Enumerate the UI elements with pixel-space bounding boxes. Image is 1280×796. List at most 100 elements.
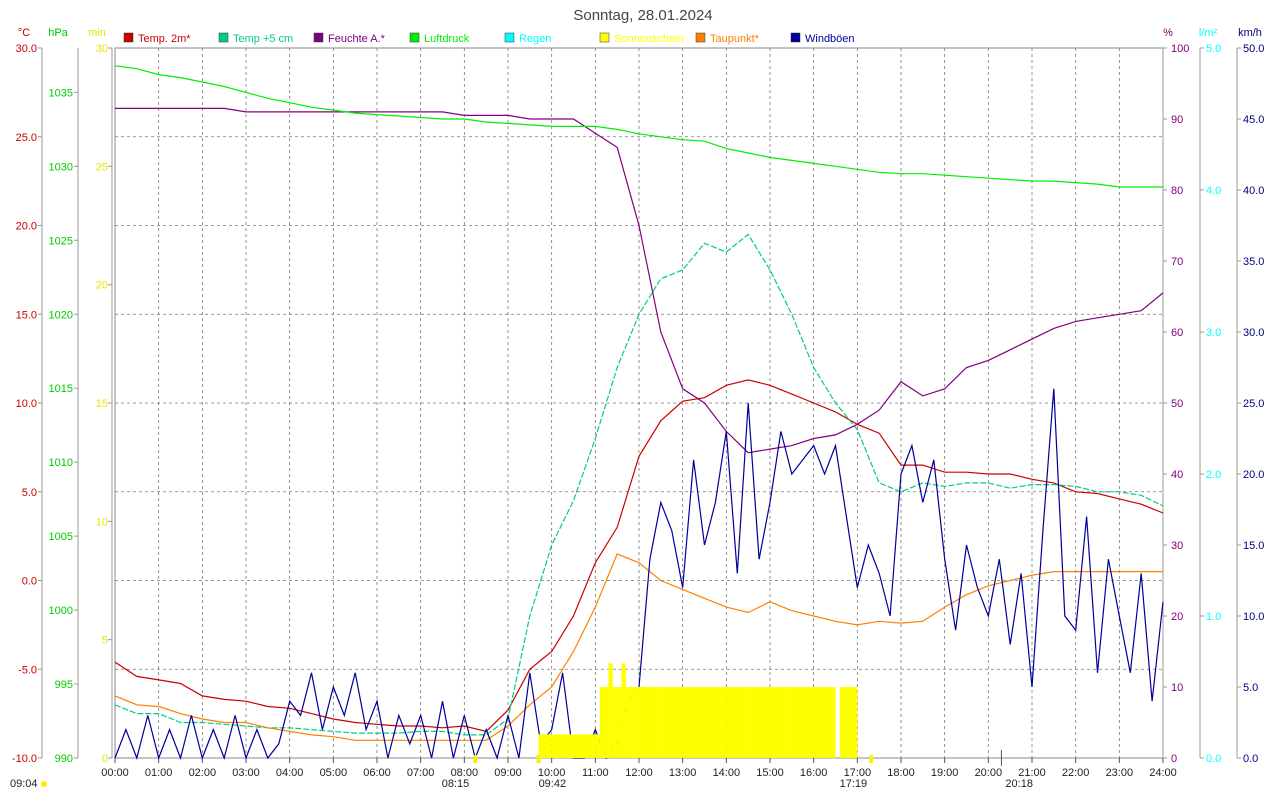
- sunshine-bar: [595, 734, 600, 758]
- pressure-tick-label: 1005: [49, 531, 73, 543]
- sunshine-bar: [639, 687, 661, 758]
- moon-label: 20:18: [1005, 778, 1033, 790]
- sunshine-bar: [608, 663, 613, 758]
- wind-tick-label: 15.0: [1243, 540, 1264, 552]
- legend-swatch: [123, 32, 134, 43]
- wind-tick-label: 50.0: [1243, 43, 1264, 55]
- x-tick-label: 00:00: [101, 767, 129, 779]
- legend-swatch: [790, 32, 801, 43]
- temp-unit: °C: [18, 27, 30, 39]
- legend-label: Temp +5 cm: [233, 33, 293, 45]
- x-tick-label: 13:00: [669, 767, 697, 779]
- rain-unit: l/m²: [1199, 27, 1218, 39]
- temp-tick-label: -5.0: [18, 664, 37, 676]
- x-tick-label: 01:00: [145, 767, 173, 779]
- sunshine-bar: [551, 734, 574, 758]
- sunshine-bar: [813, 687, 823, 758]
- sunshine-bar: [791, 687, 814, 758]
- x-tick-label: 06:00: [363, 767, 391, 779]
- rain-tick-label: 5.0: [1206, 43, 1221, 55]
- legend: Temp. 2m* Temp +5 cm Feuchte A.* Luftdruck R…: [123, 32, 855, 45]
- temp-tick-label: 0.0: [22, 576, 37, 588]
- sunshine-bar: [634, 687, 639, 758]
- x-tick-label: 15:00: [756, 767, 784, 779]
- humidity-unit: %: [1163, 27, 1173, 39]
- wind-tick-label: 0.0: [1243, 753, 1258, 765]
- legend-label: Luftdruck: [424, 33, 470, 45]
- series-feuchte-a: [115, 107, 1164, 454]
- minutes-tick-label: 25: [96, 161, 108, 173]
- series-temp-5-cm: [114, 233, 1164, 736]
- legend-label: Temp. 2m*: [138, 33, 191, 45]
- x-tick-label: 05:00: [320, 767, 348, 779]
- pressure-tick-label: 1025: [49, 235, 73, 247]
- sunshine-bar: [612, 687, 618, 758]
- x-tick-label: 20:00: [975, 767, 1003, 779]
- legend-swatch: [599, 32, 610, 43]
- x-tick-label: 03:00: [232, 767, 260, 779]
- humidity-tick-label: 90: [1171, 114, 1183, 126]
- x-tick-label: 19:00: [931, 767, 959, 779]
- wind-tick-label: 20.0: [1243, 469, 1264, 481]
- sunrise-marker: [473, 755, 478, 763]
- sunshine-bar: [542, 734, 552, 758]
- wind-tick-label: 45.0: [1243, 114, 1264, 126]
- pressure-tick-label: 1020: [49, 309, 73, 321]
- rain-tick-label: 4.0: [1206, 185, 1221, 197]
- wind-tick-label: 25.0: [1243, 398, 1264, 410]
- sunshine-bar: [839, 687, 858, 758]
- temp-tick-label: 5.0: [22, 487, 37, 499]
- temp-tick-label: 30.0: [16, 43, 37, 55]
- humidity-tick-label: 60: [1171, 327, 1183, 339]
- temp-tick-label: 25.0: [16, 132, 37, 144]
- humidity-tick-label: 30: [1171, 540, 1183, 552]
- rain-tick-label: 1.0: [1206, 611, 1221, 623]
- humidity-tick-label: 50: [1171, 398, 1183, 410]
- wind-tick-label: 5.0: [1243, 682, 1258, 694]
- legend-swatch: [504, 32, 515, 43]
- legend-label: Regen: [519, 33, 551, 45]
- weather-chart: Sonntag, 28.01.2024 00:00 01:00 02:00 03:00…: [0, 0, 1280, 791]
- x-tick-label: 23:00: [1106, 767, 1134, 779]
- sunset-marker: [869, 755, 874, 763]
- rain-tick-label: 2.0: [1206, 469, 1221, 481]
- pressure-unit: hPa: [48, 27, 68, 39]
- x-tick-label: 11:00: [582, 767, 609, 779]
- sunset-label: 17:19: [840, 778, 868, 790]
- wind-unit: km/h: [1238, 27, 1262, 39]
- minutes-tick-label: 15: [96, 398, 108, 410]
- sunshine-bar: [726, 687, 749, 758]
- pressure-tick-label: 1000: [49, 605, 73, 617]
- wind-tick-label: 10.0: [1243, 611, 1264, 623]
- temp-tick-label: 15.0: [16, 309, 37, 321]
- sunshine-bar: [621, 663, 626, 758]
- x-tick-label: 16:00: [800, 767, 828, 779]
- pressure-tick-label: 1030: [49, 161, 73, 173]
- x-tick-label: 02:00: [189, 767, 217, 779]
- humidity-tick-label: 0: [1171, 753, 1177, 765]
- chart-title: Sonntag, 28.01.2024: [573, 7, 712, 24]
- x-tick-label: 18:00: [887, 767, 915, 779]
- legend-label: Windböen: [805, 33, 855, 45]
- pressure-tick-label: 1010: [49, 457, 73, 469]
- wind-tick-label: 40.0: [1243, 185, 1264, 197]
- temp-tick-label: -10.0: [12, 753, 37, 765]
- chart-svg: Sonntag, 28.01.2024 00:00 01:00 02:00 03:00…: [10, 7, 1264, 790]
- legend-swatch: [695, 32, 706, 43]
- legend-swatch: [313, 32, 324, 43]
- sunshine-bar: [704, 687, 727, 758]
- humidity-tick-label: 100: [1171, 43, 1189, 55]
- sunshine-bar: [748, 687, 770, 758]
- sunshine-bar: [604, 687, 609, 758]
- sunshine-bar: [822, 687, 836, 758]
- temp-tick-label: 20.0: [16, 221, 37, 233]
- legend-label: Sonnenschein: [614, 33, 684, 45]
- grid: [114, 47, 1164, 759]
- bottom-left-sun-icon: [41, 781, 47, 787]
- sunshine-bar: [617, 687, 622, 758]
- legend-label: Taupunkt*: [710, 33, 760, 45]
- x-tick-label: 12:00: [625, 767, 653, 779]
- humidity-tick-label: 80: [1171, 185, 1183, 197]
- sunshine-bar: [599, 687, 605, 758]
- sun_start-marker: [536, 755, 541, 763]
